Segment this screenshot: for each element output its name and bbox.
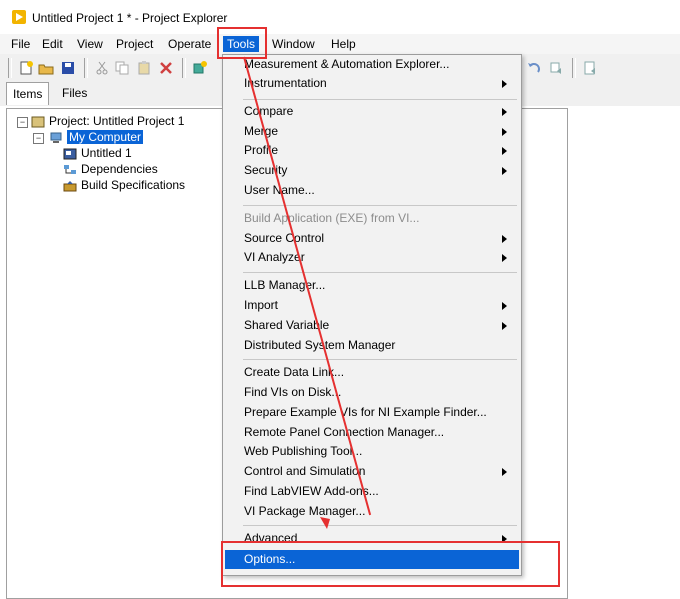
tree-item-my-computer[interactable]: My Computer <box>49 129 144 145</box>
menu-item-find-labview-add-ons[interactable]: Find LabVIEW Add-ons... <box>225 482 519 501</box>
menu-help[interactable]: Help <box>327 36 360 52</box>
menu-bar: File Edit View Project Operate Tools Win… <box>0 34 680 54</box>
tree-item-dependencies[interactable]: Dependencies <box>63 161 158 177</box>
menu-item-prepare-example-vis[interactable]: Prepare Example VIs for NI Example Finde… <box>225 403 519 422</box>
menu-item-measurement-automation-explorer[interactable]: Measurement & Automation Explorer... <box>225 55 519 74</box>
new-project-icon[interactable] <box>18 60 34 76</box>
menu-edit[interactable]: Edit <box>38 36 67 52</box>
menu-item-find-vis-on-disk[interactable]: Find VIs on Disk... <box>225 383 519 402</box>
menu-item-remote-panel-connection-manager[interactable]: Remote Panel Connection Manager... <box>225 423 519 442</box>
open-folder-icon[interactable] <box>38 60 54 76</box>
dependencies-icon <box>64 164 76 174</box>
toolbar-separator <box>84 58 88 78</box>
submenu-arrow-icon <box>502 167 507 175</box>
tree-item-label: Project: Untitled Project 1 <box>49 114 185 128</box>
title-bar: Untitled Project 1 * - Project Explorer <box>0 0 680 34</box>
menu-file[interactable]: File <box>7 36 34 52</box>
redo-icon[interactable] <box>548 60 564 76</box>
annotation-box-options <box>221 541 560 587</box>
submenu-arrow-icon <box>502 147 507 155</box>
project-icon <box>31 116 45 128</box>
add-file-icon[interactable] <box>192 60 208 76</box>
menu-item-web-publishing-tool[interactable]: Web Publishing Tool... <box>225 442 519 461</box>
submenu-arrow-icon <box>502 254 507 262</box>
copy-icon[interactable] <box>114 60 130 76</box>
tab-items[interactable]: Items <box>6 82 50 105</box>
menu-item-llb-manager[interactable]: LLB Manager... <box>225 276 519 295</box>
save-all-icon[interactable] <box>60 60 76 76</box>
toolbar-grip <box>8 58 12 78</box>
tree-item-vi[interactable]: Untitled 1 <box>63 145 132 161</box>
project-settings-icon[interactable] <box>582 60 598 76</box>
tree-item-build-specifications[interactable]: Build Specifications <box>63 177 185 193</box>
computer-icon <box>50 132 62 143</box>
paste-icon[interactable] <box>136 60 152 76</box>
labview-app-icon <box>12 10 26 24</box>
tools-menu: Measurement & Automation Explorer... Ins… <box>222 54 522 576</box>
menu-item-merge[interactable]: Merge <box>225 122 519 141</box>
menu-project[interactable]: Project <box>112 36 157 52</box>
annotation-arrowhead-icon <box>320 517 330 529</box>
menu-separator <box>243 525 517 526</box>
menu-separator <box>243 272 517 273</box>
menu-separator <box>243 359 517 360</box>
submenu-arrow-icon <box>502 468 507 476</box>
menu-item-instrumentation[interactable]: Instrumentation <box>225 74 519 93</box>
menu-item-source-control[interactable]: Source Control <box>225 229 519 248</box>
toolbar-separator <box>572 58 576 78</box>
tree-item-label: Dependencies <box>81 162 158 176</box>
submenu-arrow-icon <box>502 322 507 330</box>
menu-item-security[interactable]: Security <box>225 161 519 180</box>
build-specifications-icon <box>63 180 77 192</box>
menu-item-create-data-link[interactable]: Create Data Link... <box>225 363 519 382</box>
delete-icon[interactable] <box>158 60 174 76</box>
menu-item-shared-variable[interactable]: Shared Variable <box>225 316 519 335</box>
cut-icon[interactable] <box>94 60 110 76</box>
tree-item-label: My Computer <box>67 130 144 144</box>
menu-item-distributed-system-manager[interactable]: Distributed System Manager <box>225 336 519 355</box>
tree-item-label: Untitled 1 <box>81 146 132 160</box>
submenu-arrow-icon <box>502 235 507 243</box>
vi-icon <box>63 148 77 160</box>
menu-operate[interactable]: Operate <box>164 36 215 52</box>
submenu-arrow-icon <box>502 128 507 136</box>
menu-item-import[interactable]: Import <box>225 296 519 315</box>
menu-item-vi-analyzer[interactable]: VI Analyzer <box>225 248 519 267</box>
tree-item-label: Build Specifications <box>81 178 186 192</box>
menu-item-control-and-simulation[interactable]: Control and Simulation <box>225 462 519 481</box>
window-title: Untitled Project 1 * - Project Explorer <box>32 11 228 25</box>
menu-item-build-application: Build Application (EXE) from VI... <box>244 211 420 225</box>
menu-separator <box>243 99 517 100</box>
tree-item-project[interactable]: Project: Untitled Project 1 <box>31 113 184 129</box>
toolbar-separator <box>182 58 186 78</box>
collapse-project-toggle[interactable]: − <box>17 117 28 128</box>
menu-item-user-name[interactable]: User Name... <box>225 181 519 200</box>
annotation-box-tools <box>217 27 267 59</box>
menu-item-vi-package-manager[interactable]: VI Package Manager... <box>225 502 519 521</box>
submenu-arrow-icon <box>502 302 507 310</box>
menu-item-compare[interactable]: Compare <box>225 102 519 121</box>
tab-files[interactable]: Files <box>56 82 93 104</box>
submenu-arrow-icon <box>502 108 507 116</box>
menu-view[interactable]: View <box>73 36 107 52</box>
undo-icon[interactable] <box>526 60 542 76</box>
submenu-arrow-icon <box>502 80 507 88</box>
collapse-computer-toggle[interactable]: − <box>33 133 44 144</box>
menu-window[interactable]: Window <box>268 36 319 52</box>
